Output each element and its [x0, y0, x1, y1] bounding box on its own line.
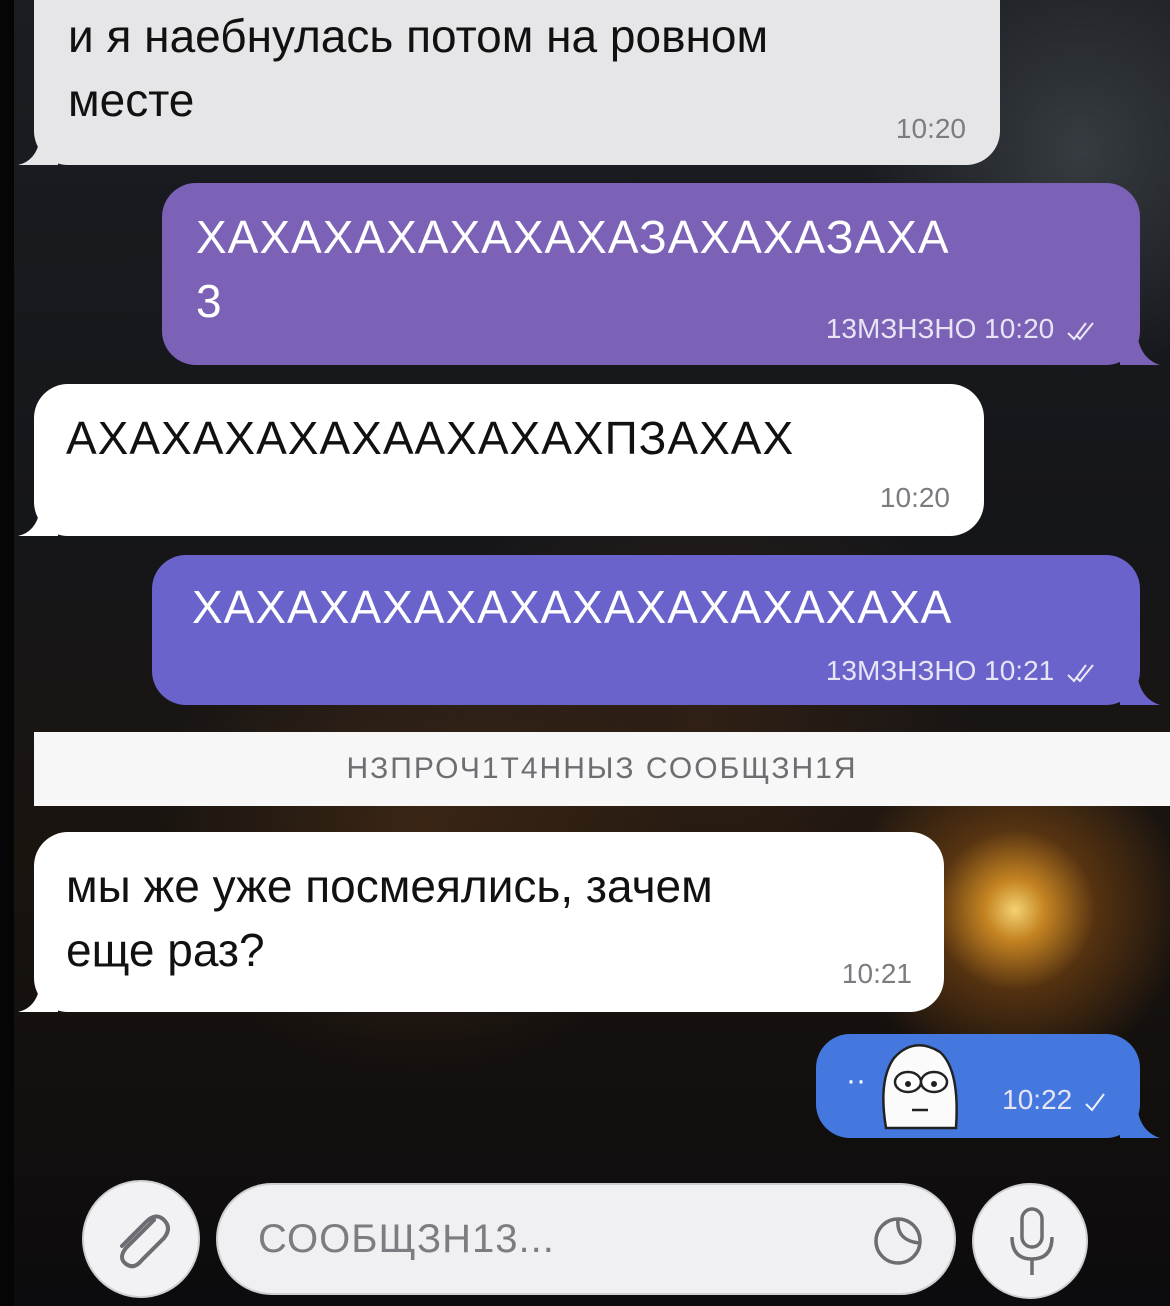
message-text: и я наебнулась потом на ровном месте [68, 10, 769, 126]
message-time: 10:20 [984, 313, 1055, 344]
message-time: 10:21 [841, 958, 912, 989]
microphone-icon [1010, 1207, 1054, 1275]
message-meta: 13МЗНЗНО 10:20 [826, 313, 1096, 345]
incoming-message[interactable]: и я наебнулась потом на ровном месте 10:… [34, 0, 1000, 165]
screen-edge [0, 0, 14, 1306]
paperclip-icon [120, 1214, 170, 1269]
message-input[interactable]: СООБЩЗН13... [216, 1183, 956, 1295]
double-check-icon [1067, 321, 1094, 341]
message-time: 10:21 [984, 655, 1055, 686]
message-time: 10:20 [895, 113, 966, 144]
microphone-button[interactable] [972, 1183, 1088, 1299]
message-time: 10:22 [1002, 1084, 1073, 1115]
unread-divider-label: НЗПРОЧ1Т4ННЫЗ СООБЩЗН1Я [346, 752, 858, 785]
worried-face-sticker [882, 1044, 958, 1130]
sticker-icon[interactable] [872, 1215, 924, 1267]
bubble-tail [18, 986, 58, 1012]
outgoing-message[interactable]: ХАХАХАХАХАХАХАЗАХАХАЗАХА 3 13МЗНЗНО 10:2… [162, 183, 1140, 365]
message-time: 10:20 [879, 482, 950, 513]
message-input-placeholder: СООБЩЗН13... [258, 1217, 555, 1261]
unread-divider: НЗПРОЧ1Т4ННЫЗ СООБЩЗН1Я [34, 732, 1170, 806]
message-text: мы же уже посмеялись, зачем еще раз? [66, 860, 713, 976]
single-check-icon [1085, 1093, 1105, 1112]
message-status: 13МЗНЗНО [825, 655, 977, 686]
double-check-icon [1067, 663, 1094, 683]
bubble-tail [1120, 1112, 1160, 1138]
bubble-tail [18, 510, 58, 536]
outgoing-message[interactable]: ХАХАХАХАХАХАХАХАХАХАХАХА 13МЗНЗНО 10:21 [152, 555, 1140, 705]
message-text: АХАХАХАХАХААХАХАХПЗАХАХ [66, 412, 795, 464]
incoming-message[interactable]: мы же уже посмеялись, зачем еще раз? 10:… [34, 832, 944, 1012]
incoming-message[interactable]: АХАХАХАХАХААХАХАХПЗАХАХ 10:20 [34, 384, 984, 536]
outgoing-sticker-message[interactable]: ·· 10:22 [816, 1034, 1140, 1138]
bubble-tail [1120, 339, 1160, 365]
bubble-tail [18, 139, 58, 165]
message-prefix: ·· [846, 1064, 866, 1097]
attach-button[interactable] [82, 1180, 200, 1298]
bubble-tail [1120, 679, 1160, 705]
message-text: ХАХАХАХАХАХАХАХАХАХАХАХА [192, 581, 953, 633]
message-status: 13МЗНЗНО [825, 313, 977, 344]
message-meta: 13МЗНЗНО 10:21 [826, 655, 1096, 687]
message-meta: 10:22 [1002, 1084, 1106, 1116]
